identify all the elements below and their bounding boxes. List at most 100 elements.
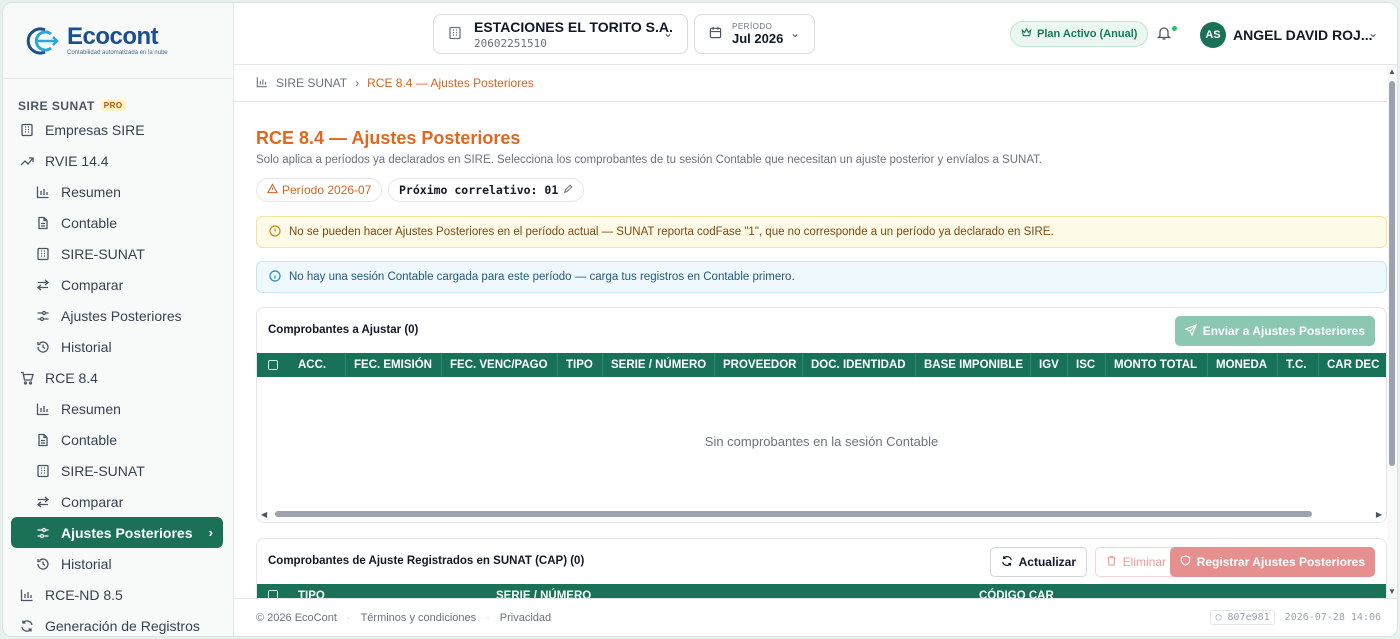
chevron-right-icon: › <box>208 525 213 540</box>
warning-circle-icon <box>269 224 281 240</box>
sidebar-item-rvie-comparar[interactable]: Comparar <box>3 269 233 300</box>
building-icon <box>448 26 462 43</box>
sidebar-item-rce-nd[interactable]: RCE-ND 8.5 <box>3 579 233 610</box>
col-codigo-car[interactable]: CÓDIGO CAR <box>979 590 1054 598</box>
sliders-icon <box>36 309 50 323</box>
sidebar-item-rce-comparar[interactable]: Comparar <box>3 486 233 517</box>
arrows-exchange-icon <box>36 495 50 509</box>
sidebar-item-empresas-sire[interactable]: Empresas SIRE <box>3 114 233 145</box>
company-selector[interactable]: ESTACIONES EL TORITO S.A. 20602251510 ⌄ <box>433 14 688 54</box>
refresh-icon <box>1001 555 1013 570</box>
brand-name: Ecocont <box>67 23 159 50</box>
col-isc[interactable]: ISC <box>1068 353 1106 377</box>
send-icon <box>1184 323 1197 339</box>
scroll-left-icon[interactable]: ◀ <box>261 510 267 519</box>
plan-badge[interactable]: Plan Activo (Anual) <box>1010 21 1149 47</box>
sidebar-item-rvie-sire-sunat[interactable]: SIRE-SUNAT <box>3 238 233 269</box>
user-name[interactable]: ANGEL DAVID ROJ... <box>1233 27 1373 43</box>
terms-link[interactable]: Términos y condiciones <box>361 612 477 624</box>
privacy-link[interactable]: Privacidad <box>500 612 551 624</box>
col-serie-numero[interactable]: SERIE / NÚMERO <box>496 590 591 598</box>
select-all-checkbox[interactable] <box>268 360 278 370</box>
card-title: Comprobantes a Ajustar (0) <box>268 324 419 336</box>
scrollbar-thumb[interactable] <box>1389 81 1395 466</box>
sidebar-item-rce-historial[interactable]: Historial <box>3 548 233 579</box>
avatar[interactable]: AS <box>1200 22 1226 48</box>
sliders-icon <box>36 526 50 540</box>
company-name: ESTACIONES EL TORITO S.A. <box>474 18 673 35</box>
company-ruc: 20602251510 <box>474 36 547 50</box>
register-ajustes-button[interactable]: Registrar Ajustes Posteriores <box>1169 547 1375 577</box>
scroll-up-icon[interactable]: ▲ <box>1388 67 1396 76</box>
breadcrumb-current: RCE 8.4 — Ajustes Posteriores <box>367 76 534 90</box>
sidebar-item-rce-sire-sunat[interactable]: SIRE-SUNAT <box>3 455 233 486</box>
period-value: Jul 2026 <box>732 31 784 46</box>
select-all-checkbox[interactable] <box>268 590 278 598</box>
col-tipo[interactable]: TIPO <box>298 590 325 598</box>
history-icon <box>36 557 50 571</box>
sidebar-item-generacion[interactable]: Generación de Registros <box>3 610 233 636</box>
breadcrumb-root[interactable]: SIRE SUNAT <box>276 76 347 90</box>
building-icon <box>36 247 50 261</box>
scroll-right-icon[interactable]: ▶ <box>1376 510 1382 519</box>
period-label: PERÍODO <box>732 22 773 31</box>
sidebar-item-rvie-ajustes[interactable]: Ajustes Posteriores <box>3 300 233 331</box>
sidebar-item-rce[interactable]: RCE 8.4 <box>3 362 233 393</box>
info-alert: No hay una sesión Contable cargada para … <box>256 261 1387 293</box>
delete-button[interactable]: Eliminar <box>1094 547 1177 577</box>
scroll-down-icon[interactable]: ▼ <box>1388 587 1396 596</box>
logo[interactable]: Ecocont Contabilidad automatizada en la … <box>3 3 233 79</box>
document-icon <box>36 216 50 230</box>
col-car-dec[interactable]: CAR DEC <box>1319 353 1386 377</box>
send-ajustes-button[interactable]: Enviar a Ajustes Posteriores <box>1174 316 1375 346</box>
scrollbar-thumb[interactable] <box>275 511 1312 517</box>
col-moneda[interactable]: MONEDA <box>1208 353 1278 377</box>
sidebar: Ecocont Contabilidad automatizada en la … <box>3 3 234 636</box>
calendar-icon <box>709 26 722 42</box>
table-header: TIPO SERIE / NÚMERO CÓDIGO CAR <box>257 584 1386 598</box>
footer: © 2026 EcoCont · Términos y condiciones … <box>234 598 1397 636</box>
sidebar-item-rvie-resumen[interactable]: Resumen <box>3 176 233 207</box>
comprobantes-ajustar-card: Comprobantes a Ajustar (0) Enviar a Ajus… <box>256 307 1387 523</box>
table-header: ACC. FEC. EMISIÓN FEC. VENC/PAGO TIPO SE… <box>257 353 1386 377</box>
col-serie-numero[interactable]: SERIE / NÚMERO <box>603 353 715 377</box>
col-tipo[interactable]: TIPO <box>558 353 603 377</box>
build-hash: ○ 807e981 <box>1210 610 1275 625</box>
correlativo-chip[interactable]: Próximo correlativo: 01 <box>388 178 585 202</box>
col-base-imponible[interactable]: BASE IMPONIBLE <box>916 353 1031 377</box>
col-monto-total[interactable]: MONTO TOTAL <box>1106 353 1208 377</box>
col-fec-venc[interactable]: FEC. VENC/PAGO <box>442 353 558 377</box>
sidebar-item-rce-contable[interactable]: Contable <box>3 424 233 455</box>
col-acc[interactable]: ACC. <box>298 353 346 377</box>
sidebar-item-rvie[interactable]: RVIE 14.4 <box>3 145 233 176</box>
sidebar-item-rce-resumen[interactable]: Resumen <box>3 393 233 424</box>
sidebar-item-rvie-contable[interactable]: Contable <box>3 207 233 238</box>
period-selector[interactable]: PERÍODO Jul 2026 ⌄ <box>694 14 815 54</box>
refresh-button[interactable]: Actualizar <box>989 547 1087 577</box>
bar-chart-icon <box>36 185 50 199</box>
col-tc[interactable]: T.C. <box>1278 353 1319 377</box>
col-proveedor[interactable]: PROVEEDOR <box>715 353 803 377</box>
building-icon <box>36 464 50 478</box>
chevron-down-icon[interactable]: ⌄ <box>1368 26 1378 40</box>
warning-icon <box>266 183 279 197</box>
cart-icon <box>20 371 34 385</box>
vertical-scrollbar[interactable]: ▲ ▼ <box>1387 65 1397 598</box>
pencil-icon[interactable] <box>563 183 573 197</box>
trash-icon <box>1106 555 1117 569</box>
col-igv[interactable]: IGV <box>1031 353 1068 377</box>
info-icon <box>269 269 281 285</box>
bar-chart-icon <box>20 588 34 602</box>
empty-state: Sin comprobantes en la sesión Contable <box>704 434 939 449</box>
top-header: ESTACIONES EL TORITO S.A. 20602251510 ⌄ … <box>234 3 1397 65</box>
col-fec-emision[interactable]: FEC. EMISIÓN <box>346 353 442 377</box>
sidebar-item-rvie-historial[interactable]: Historial <box>3 331 233 362</box>
sidebar-item-rce-ajustes[interactable]: Ajustes Posteriores › <box>11 517 223 548</box>
horizontal-scrollbar[interactable]: ◀ ▶ <box>261 510 1382 519</box>
bell-icon[interactable] <box>1156 25 1172 44</box>
col-doc-identidad[interactable]: DOC. IDENTIDAD <box>803 353 916 377</box>
sidebar-section-title: SIRE SUNAT PRO <box>3 79 233 114</box>
shield-icon <box>1180 555 1191 569</box>
comprobantes-cap-card: Comprobantes de Ajuste Registrados en SU… <box>256 538 1387 598</box>
crown-icon <box>1021 27 1032 41</box>
